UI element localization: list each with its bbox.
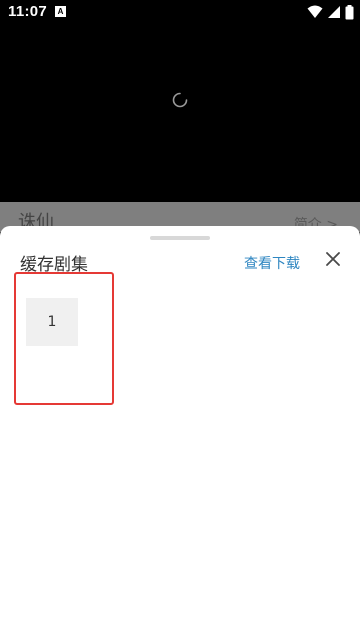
status-time: 11:07 bbox=[8, 3, 48, 20]
view-downloads-link[interactable]: 查看下载 bbox=[244, 253, 300, 273]
close-icon[interactable] bbox=[324, 250, 342, 268]
loading-spinner-icon bbox=[172, 92, 188, 108]
wifi-icon bbox=[307, 5, 323, 18]
battery-icon bbox=[345, 4, 354, 19]
highlight-box bbox=[14, 272, 114, 405]
status-bar: 11:07 A bbox=[0, 0, 360, 24]
sheet-grabber[interactable] bbox=[150, 236, 210, 240]
notification-badge: A bbox=[55, 6, 66, 17]
status-icons bbox=[307, 4, 354, 20]
signal-icon bbox=[328, 6, 340, 18]
video-player[interactable] bbox=[0, 24, 360, 202]
cache-episodes-sheet: 缓存剧集 查看下载 1 bbox=[0, 226, 360, 640]
